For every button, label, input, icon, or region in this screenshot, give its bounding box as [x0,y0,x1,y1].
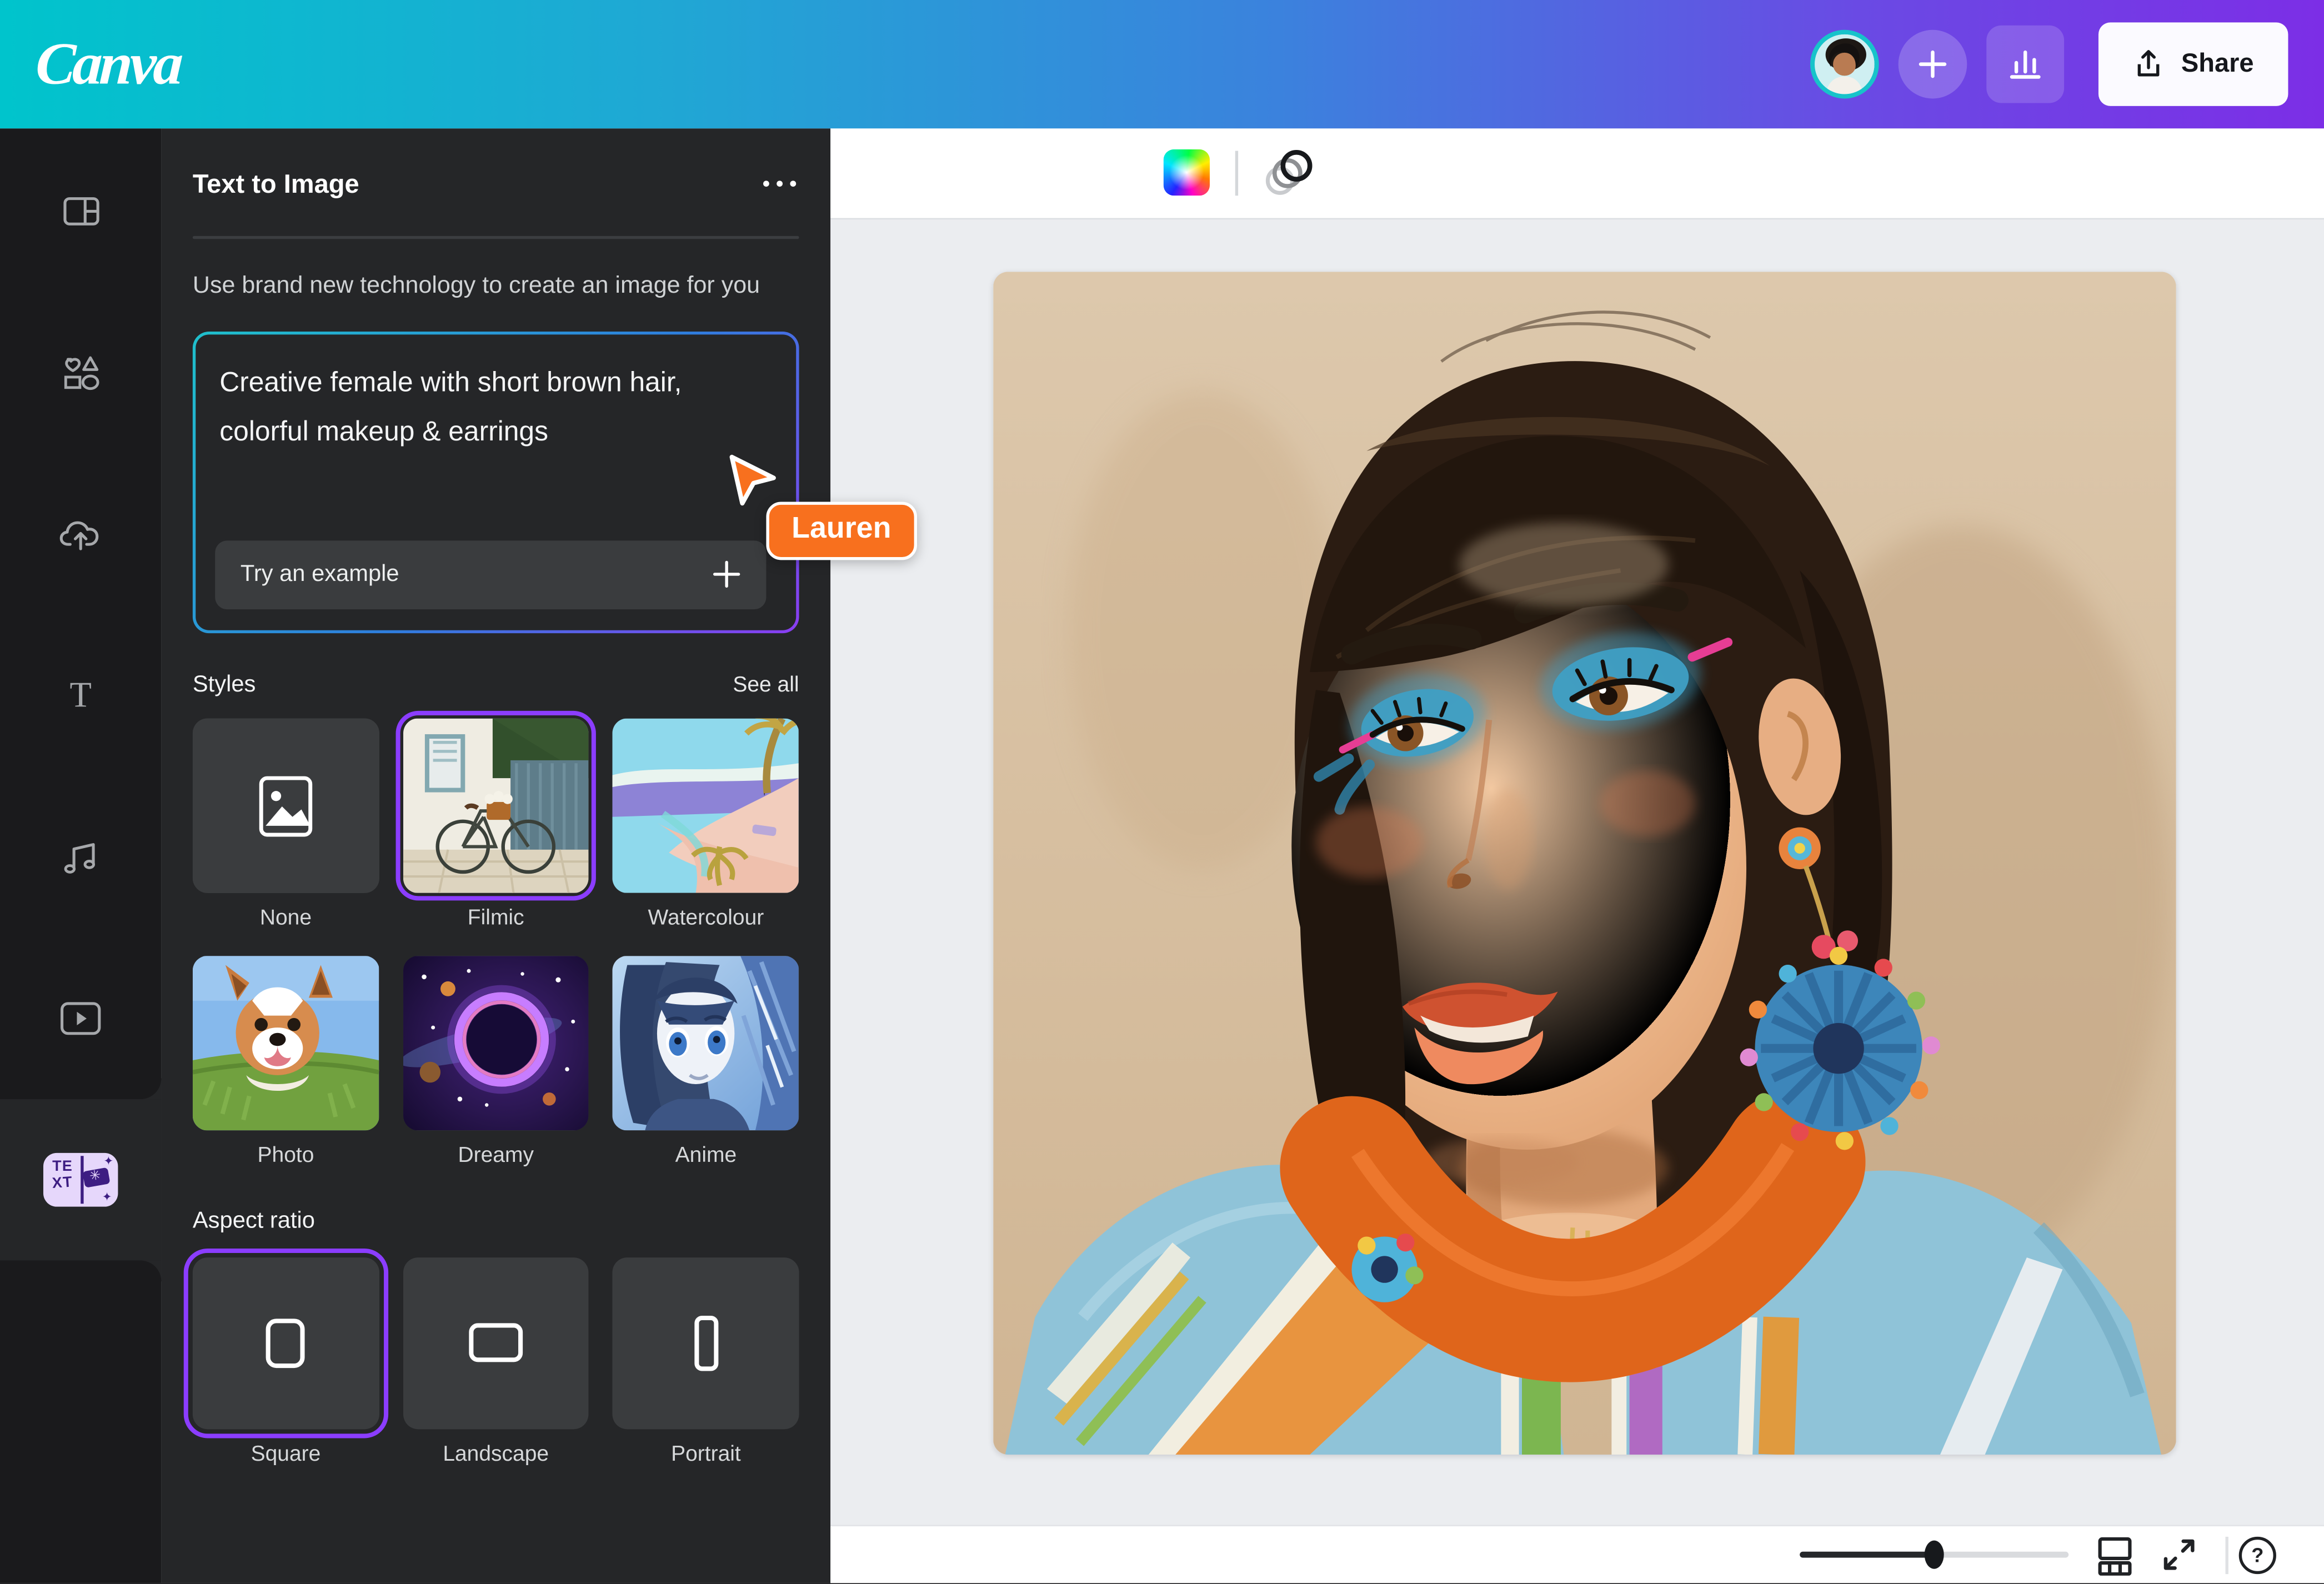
music-note-icon [60,835,102,877]
aspect-ratio-heading: Aspect ratio [193,1207,315,1234]
share-button-label: Share [2181,48,2254,79]
landscape-ratio-icon [469,1323,523,1362]
share-button[interactable]: Share [2099,22,2288,106]
sidebar-item-videos[interactable] [0,937,161,1098]
style-label: None [260,906,312,930]
sidebar-item-templates[interactable] [0,131,161,292]
position-layers-icon[interactable] [1264,149,1318,197]
style-option-watercolour[interactable]: Watercolour [613,718,799,930]
collaborator-cursor-icon [728,453,778,513]
share-upload-icon [2133,48,2165,79]
avatar[interactable] [1811,29,1880,98]
style-option-photo[interactable]: Photo [193,955,379,1167]
plus-icon [713,560,741,588]
bar-chart-icon [2008,46,2044,82]
aspect-ratio-grid: Square Landscape Portrait [193,1257,799,1466]
collaborator-name-tag: Lauren [766,502,916,560]
panel-divider [193,235,799,238]
try-an-example-button[interactable]: Try an example [215,540,766,609]
help-glyph: ? [2251,1545,2263,1567]
style-option-anime[interactable]: Anime [613,955,799,1167]
insights-button[interactable] [1987,25,2065,103]
avatar-image [1815,34,1875,94]
canvas-stage[interactable] [830,219,2324,1525]
style-option-dreamy[interactable]: Dreamy [403,955,589,1167]
pages-view-button[interactable] [2092,1526,2137,1584]
canva-editor: Canva [0,0,2324,1582]
styles-see-all-link[interactable]: See all [733,673,799,696]
upload-cloud-icon [58,514,103,553]
color-picker-button[interactable] [1164,150,1210,196]
panel-description: Use brand new technology to create an im… [193,265,799,305]
rail-active-corner-bottom [0,1260,161,1281]
style-label: Watercolour [648,906,764,930]
plus-icon [1919,49,1949,79]
style-option-filmic[interactable]: Filmic [403,718,589,930]
style-label: Photo [258,1143,314,1167]
canvas-area: ? [830,128,2324,1582]
prompt-input[interactable]: Creative female with short brown hair, c… [196,334,796,629]
style-thumb-watercolour [613,718,799,893]
aspect-label: Square [251,1442,321,1466]
aspect-option-square[interactable]: Square [193,1257,379,1466]
style-thumb-filmic [403,718,589,893]
video-icon [58,999,103,1037]
svg-text:T: T [69,674,91,713]
fullscreen-button[interactable] [2157,1526,2202,1584]
rail-active-corner-top [0,1077,161,1099]
style-thumb-anime [613,955,799,1130]
create-design-button[interactable] [1899,29,1968,98]
expand-arrows-icon [2161,1537,2197,1573]
zoom-slider-handle[interactable] [1925,1541,1944,1569]
prompt-input-border: Creative female with short brown hair, c… [193,331,799,633]
templates-icon [61,191,101,232]
sidebar-item-elements[interactable] [0,292,161,453]
sidebar-item-text-to-image[interactable]: TE XT ✳ ✦ ✦ [0,1099,161,1260]
portrait-ratio-icon [694,1315,718,1370]
elements-shapes-icon [60,352,102,393]
sidebar-item-audio[interactable] [0,776,161,937]
text-icon: T [60,674,102,716]
style-option-none[interactable]: None [193,718,379,930]
bottom-bar-divider [2226,1537,2228,1574]
style-thumb-dreamy [403,955,589,1130]
style-thumb-none [193,718,379,893]
try-example-label: Try an example [241,561,399,588]
portrait-illustration [993,272,2176,1455]
top-bar: Canva [0,0,2324,128]
aspect-option-landscape[interactable]: Landscape [403,1257,589,1466]
style-thumb-photo [193,955,379,1130]
styles-heading: Styles [193,671,256,698]
generated-image[interactable] [993,272,2176,1455]
style-label: Dreamy [458,1143,534,1167]
styles-grid: None [193,718,799,1167]
zoom-slider-fill [1800,1552,1934,1558]
zoom-slider[interactable] [1800,1552,2068,1558]
aspect-label: Landscape [443,1442,549,1466]
aspect-option-portrait[interactable]: Portrait [613,1257,799,1466]
prompt-text: Creative female with short brown hair, c… [219,356,720,454]
square-ratio-icon [267,1318,305,1367]
canva-logo[interactable]: Canva [34,29,182,99]
sidebar-rail: T TE XT ✳ ✦ ✦ [0,128,161,1582]
text-to-image-panel: Text to Image Use brand new technology t… [161,128,830,1582]
style-label: Anime [675,1143,737,1167]
grid-view-icon [2096,1535,2135,1576]
toolbar-divider [1235,151,1238,196]
help-button[interactable]: ? [2239,1537,2276,1574]
aspect-label: Portrait [671,1442,741,1466]
sidebar-item-text[interactable]: T [0,614,161,775]
sidebar-item-uploads[interactable] [0,453,161,614]
text-to-image-app-icon: TE XT ✳ ✦ ✦ [43,1152,118,1206]
canvas-toolbar [830,128,2324,219]
style-label: Filmic [468,906,524,930]
panel-title: Text to Image [193,168,359,199]
more-options-button[interactable] [759,172,799,196]
canvas-bottom-bar: ? [830,1525,2324,1583]
